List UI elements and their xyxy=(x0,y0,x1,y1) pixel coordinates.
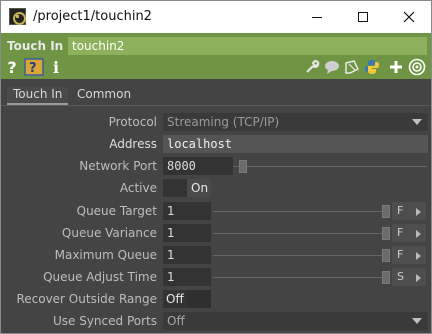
queue-target-slider-track[interactable] xyxy=(213,211,389,212)
use-synced-ports-value: Off xyxy=(167,314,185,328)
param-label: Maximum Queue xyxy=(54,248,157,262)
queue-target-mode-button[interactable]: F xyxy=(392,202,426,220)
queue-adjust-time-mode-button[interactable]: S xyxy=(392,268,426,286)
maximize-button[interactable] xyxy=(340,1,386,33)
wrench-icon[interactable] xyxy=(303,58,321,76)
parameter-tabs: Touch In Common xyxy=(1,81,431,107)
param-queue-target: Queue Target 1 F xyxy=(1,201,431,221)
maximum-queue-mode-button[interactable]: F xyxy=(392,246,426,264)
maximum-queue-slider-handle[interactable] xyxy=(382,249,390,262)
queue-target-slider-handle[interactable] xyxy=(382,205,390,218)
protocol-dropdown[interactable]: Streaming (TCP/IP) xyxy=(163,113,428,131)
python-help-icon[interactable]: ? xyxy=(24,58,44,76)
param-queue-adjust-time: Queue Adjust Time 1 S xyxy=(1,267,431,287)
param-maximum-queue: Maximum Queue 1 F xyxy=(1,245,431,265)
help-icon[interactable]: ? xyxy=(6,58,18,77)
param-label: Recover Outside Range xyxy=(16,292,157,306)
comment-icon[interactable] xyxy=(323,58,341,76)
address-input[interactable]: localhost xyxy=(163,135,428,153)
edit-dat-icon[interactable] xyxy=(343,58,361,76)
close-icon xyxy=(403,11,415,23)
maximum-queue-slider-track[interactable] xyxy=(213,255,389,256)
operator-header: Touch In touchin2 ? ? i xyxy=(1,33,431,79)
dropdown-arrow-icon xyxy=(412,119,422,125)
param-protocol: Protocol Streaming (TCP/IP) xyxy=(1,112,431,132)
param-label: Use Synced Ports xyxy=(52,314,157,328)
param-active: Active On xyxy=(1,178,431,198)
param-label: Protocol xyxy=(108,115,157,129)
queue-variance-mode-button[interactable]: F xyxy=(392,224,426,242)
queue-variance-input[interactable]: 1 xyxy=(163,224,211,242)
operator-type-label: Touch In xyxy=(7,39,64,53)
queue-variance-slider-handle[interactable] xyxy=(382,227,390,240)
network-port-slider-handle[interactable] xyxy=(239,160,247,173)
operator-name-field[interactable]: touchin2 xyxy=(68,37,427,55)
tab-common[interactable]: Common xyxy=(71,87,137,105)
network-port-slider-track[interactable] xyxy=(233,166,427,167)
param-label: Active xyxy=(119,181,157,195)
parameter-window: /project1/touchin2 Touch In touchin2 ? ?… xyxy=(0,0,432,334)
minimize-icon xyxy=(312,16,322,18)
param-label: Address xyxy=(109,137,157,151)
queue-variance-slider-track[interactable] xyxy=(213,233,389,234)
title-bar[interactable]: /project1/touchin2 xyxy=(1,1,431,33)
queue-adjust-time-slider-handle[interactable] xyxy=(382,271,390,284)
param-network-port: Network Port 8000 xyxy=(1,156,431,176)
active-toggle[interactable]: On xyxy=(163,179,211,197)
python-icon[interactable] xyxy=(363,58,381,76)
tab-divider xyxy=(1,105,431,106)
param-label: Queue Variance xyxy=(61,226,157,240)
recover-outside-range-toggle[interactable]: Off xyxy=(163,290,211,308)
maximum-queue-input[interactable]: 1 xyxy=(163,246,211,264)
param-label: Network Port xyxy=(79,159,157,173)
svg-text:?: ? xyxy=(29,61,37,76)
toggle-off-indicator xyxy=(187,290,211,308)
param-use-synced-ports: Use Synced Ports Off xyxy=(1,311,431,331)
info-icon[interactable]: i xyxy=(51,58,61,77)
active-value: On xyxy=(191,181,209,195)
param-recover-outside-range: Recover Outside Range Off xyxy=(1,289,431,309)
queue-adjust-time-slider-track[interactable] xyxy=(213,277,389,278)
param-queue-variance: Queue Variance 1 F xyxy=(1,223,431,243)
tab-touch-in[interactable]: Touch In xyxy=(7,87,69,105)
window-title: /project1/touchin2 xyxy=(33,9,152,24)
queue-adjust-time-input[interactable]: 1 xyxy=(163,268,211,286)
param-label: Queue Adjust Time xyxy=(43,270,157,284)
queue-target-input[interactable]: 1 xyxy=(163,202,211,220)
close-button[interactable] xyxy=(386,1,432,33)
touchdesigner-app-icon xyxy=(9,8,26,25)
protocol-value: Streaming (TCP/IP) xyxy=(167,115,280,129)
param-label: Queue Target xyxy=(76,204,157,218)
add-icon[interactable] xyxy=(387,58,405,76)
dropdown-arrow-icon xyxy=(412,318,422,324)
target-icon[interactable] xyxy=(408,58,426,76)
minimize-button[interactable] xyxy=(294,1,340,33)
recover-outside-range-value: Off xyxy=(166,292,184,306)
network-port-input[interactable]: 8000 xyxy=(163,157,233,175)
use-synced-ports-dropdown[interactable]: Off xyxy=(163,312,428,330)
param-address: Address localhost xyxy=(1,134,431,154)
maximize-icon xyxy=(358,12,368,22)
operator-toolbar: ? ? i xyxy=(1,56,431,79)
